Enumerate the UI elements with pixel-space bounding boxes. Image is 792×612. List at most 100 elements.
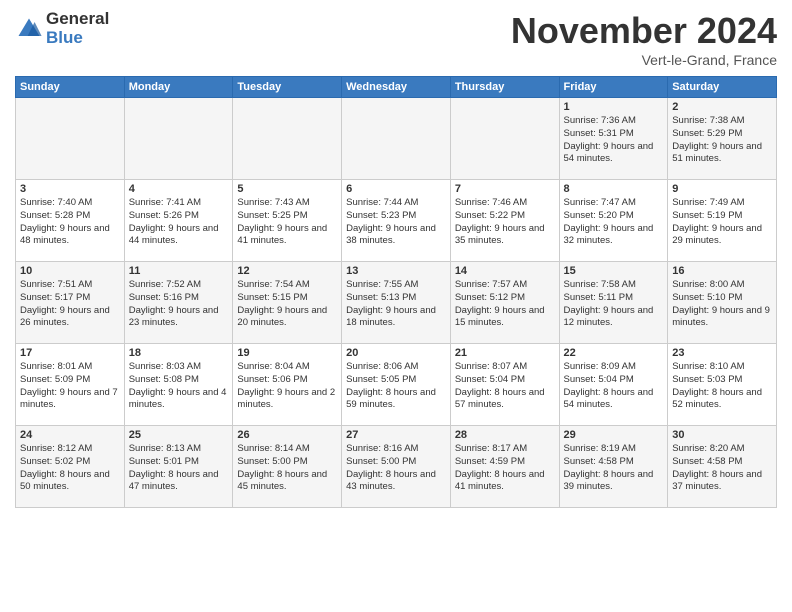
day-info: Sunrise: 8:16 AM bbox=[346, 443, 446, 456]
day-info: Sunset: 5:03 PM bbox=[672, 374, 772, 387]
calendar-day-cell: 27Sunrise: 8:16 AMSunset: 5:00 PMDayligh… bbox=[342, 426, 451, 508]
day-number: 28 bbox=[455, 429, 555, 441]
day-info: Daylight: 9 hours and 18 minutes. bbox=[346, 305, 446, 331]
calendar-week-row: 10Sunrise: 7:51 AMSunset: 5:17 PMDayligh… bbox=[16, 262, 777, 344]
day-info: Daylight: 9 hours and 41 minutes. bbox=[237, 223, 337, 249]
day-info: Sunrise: 8:13 AM bbox=[129, 443, 229, 456]
day-info: Daylight: 8 hours and 50 minutes. bbox=[20, 469, 120, 495]
month-title: November 2024 bbox=[511, 10, 777, 52]
day-info: Sunset: 5:17 PM bbox=[20, 292, 120, 305]
calendar-day-cell bbox=[342, 98, 451, 180]
calendar-week-row: 3 Sunrise: 7:40 AMSunset: 5:28 PM Daylight… bbox=[16, 180, 777, 262]
day-info: Sunset: 5:16 PM bbox=[129, 292, 229, 305]
calendar-day-cell: 20Sunrise: 8:06 AMSunset: 5:05 PMDayligh… bbox=[342, 344, 451, 426]
weekday-header: Tuesday bbox=[233, 77, 342, 98]
weekday-header: Friday bbox=[559, 77, 668, 98]
main-container: General Blue November 2024 Vert-le-Grand… bbox=[0, 0, 792, 513]
day-info: Sunset: 5:23 PM bbox=[346, 210, 446, 223]
day-info: Sunset: 5:15 PM bbox=[237, 292, 337, 305]
calendar-day-cell: 14Sunrise: 7:57 AMSunset: 5:12 PMDayligh… bbox=[450, 262, 559, 344]
day-info: Sunset: 5:13 PM bbox=[346, 292, 446, 305]
day-info: Sunset: 5:19 PM bbox=[672, 210, 772, 223]
calendar-day-cell: 29Sunrise: 8:19 AMSunset: 4:58 PMDayligh… bbox=[559, 426, 668, 508]
day-info: Daylight: 9 hours and 54 minutes. bbox=[564, 141, 664, 167]
calendar-day-cell: 22Sunrise: 8:09 AMSunset: 5:04 PMDayligh… bbox=[559, 344, 668, 426]
day-info: Daylight: 9 hours and 2 minutes. bbox=[237, 387, 337, 413]
day-number: 8 bbox=[564, 183, 664, 195]
calendar-day-cell: 15Sunrise: 7:58 AMSunset: 5:11 PMDayligh… bbox=[559, 262, 668, 344]
day-info: Sunrise: 8:00 AM bbox=[672, 279, 772, 292]
calendar-day-cell: 9Sunrise: 7:49 AMSunset: 5:19 PMDaylight… bbox=[668, 180, 777, 262]
weekday-header: Wednesday bbox=[342, 77, 451, 98]
day-number: 18 bbox=[129, 347, 229, 359]
day-info: Sunrise: 7:41 AM bbox=[129, 197, 229, 210]
day-info: Daylight: 9 hours and 35 minutes. bbox=[455, 223, 555, 249]
calendar-day-cell: 7Sunrise: 7:46 AMSunset: 5:22 PMDaylight… bbox=[450, 180, 559, 262]
day-info: Sunrise: 7:49 AM bbox=[672, 197, 772, 210]
day-info: Sunset: 4:58 PM bbox=[564, 456, 664, 469]
calendar-day-cell bbox=[450, 98, 559, 180]
day-info: Sunrise: 8:03 AM bbox=[129, 361, 229, 374]
day-number: 9 bbox=[672, 183, 772, 195]
day-info: Sunrise: 8:17 AM bbox=[455, 443, 555, 456]
calendar-day-cell: 2Sunrise: 7:38 AMSunset: 5:29 PMDaylight… bbox=[668, 98, 777, 180]
day-info: Daylight: 9 hours and 9 minutes. bbox=[672, 305, 772, 331]
day-info: Sunrise: 7:44 AM bbox=[346, 197, 446, 210]
day-number: 11 bbox=[129, 265, 229, 277]
day-number: 29 bbox=[564, 429, 664, 441]
day-number: 30 bbox=[672, 429, 772, 441]
day-info: Sunset: 5:25 PM bbox=[237, 210, 337, 223]
day-info: Sunset: 5:28 PM bbox=[20, 210, 120, 223]
day-info: Sunset: 5:02 PM bbox=[20, 456, 120, 469]
day-info: Daylight: 8 hours and 47 minutes. bbox=[129, 469, 229, 495]
day-info: Daylight: 9 hours and 26 minutes. bbox=[20, 305, 120, 331]
day-info: Sunset: 5:29 PM bbox=[672, 128, 772, 141]
day-number: 3 bbox=[20, 183, 120, 195]
day-info: Sunrise: 7:54 AM bbox=[237, 279, 337, 292]
calendar-day-cell bbox=[124, 98, 233, 180]
day-info: Sunrise: 8:20 AM bbox=[672, 443, 772, 456]
calendar-day-cell: 26Sunrise: 8:14 AMSunset: 5:00 PMDayligh… bbox=[233, 426, 342, 508]
calendar-day-cell: 30Sunrise: 8:20 AMSunset: 4:58 PMDayligh… bbox=[668, 426, 777, 508]
calendar-body: 1Sunrise: 7:36 AMSunset: 5:31 PMDaylight… bbox=[16, 98, 777, 508]
day-info: Daylight: 9 hours and 38 minutes. bbox=[346, 223, 446, 249]
day-info: Sunrise: 8:14 AM bbox=[237, 443, 337, 456]
day-number: 24 bbox=[20, 429, 120, 441]
day-number: 27 bbox=[346, 429, 446, 441]
calendar-header: SundayMondayTuesdayWednesdayThursdayFrid… bbox=[16, 77, 777, 98]
calendar-day-cell: 21Sunrise: 8:07 AMSunset: 5:04 PMDayligh… bbox=[450, 344, 559, 426]
calendar-day-cell: 8Sunrise: 7:47 AMSunset: 5:20 PMDaylight… bbox=[559, 180, 668, 262]
calendar-day-cell: 18Sunrise: 8:03 AMSunset: 5:08 PMDayligh… bbox=[124, 344, 233, 426]
day-info: Sunset: 5:01 PM bbox=[129, 456, 229, 469]
day-number: 4 bbox=[129, 183, 229, 195]
day-number: 6 bbox=[346, 183, 446, 195]
weekday-header: Thursday bbox=[450, 77, 559, 98]
calendar-day-cell: 17Sunrise: 8:01 AMSunset: 5:09 PMDayligh… bbox=[16, 344, 125, 426]
day-info: Sunset: 5:26 PM bbox=[129, 210, 229, 223]
day-info: Sunset: 5:20 PM bbox=[564, 210, 664, 223]
calendar-day-cell: 16Sunrise: 8:00 AMSunset: 5:10 PMDayligh… bbox=[668, 262, 777, 344]
day-number: 13 bbox=[346, 265, 446, 277]
calendar-day-cell: 5Sunrise: 7:43 AMSunset: 5:25 PMDaylight… bbox=[233, 180, 342, 262]
day-info: Sunrise: 7:46 AM bbox=[455, 197, 555, 210]
day-info: Sunset: 5:06 PM bbox=[237, 374, 337, 387]
day-info: Sunrise: 8:12 AM bbox=[20, 443, 120, 456]
day-info: Sunset: 5:10 PM bbox=[672, 292, 772, 305]
day-info: Sunrise: 7:40 AM bbox=[20, 197, 120, 210]
day-info: Daylight: 9 hours and 7 minutes. bbox=[20, 387, 120, 413]
day-number: 19 bbox=[237, 347, 337, 359]
day-number: 22 bbox=[564, 347, 664, 359]
day-info: Daylight: 9 hours and 12 minutes. bbox=[564, 305, 664, 331]
calendar-day-cell: 1Sunrise: 7:36 AMSunset: 5:31 PMDaylight… bbox=[559, 98, 668, 180]
calendar-day-cell: 4Sunrise: 7:41 AMSunset: 5:26 PMDaylight… bbox=[124, 180, 233, 262]
day-info: Daylight: 8 hours and 59 minutes. bbox=[346, 387, 446, 413]
day-info: Daylight: 8 hours and 37 minutes. bbox=[672, 469, 772, 495]
calendar-day-cell: 11Sunrise: 7:52 AMSunset: 5:16 PMDayligh… bbox=[124, 262, 233, 344]
day-info: Daylight: 8 hours and 57 minutes. bbox=[455, 387, 555, 413]
day-info: Sunrise: 8:06 AM bbox=[346, 361, 446, 374]
calendar-week-row: 1Sunrise: 7:36 AMSunset: 5:31 PMDaylight… bbox=[16, 98, 777, 180]
day-info: Sunset: 5:04 PM bbox=[564, 374, 664, 387]
day-number: 1 bbox=[564, 101, 664, 113]
day-info: Daylight: 8 hours and 43 minutes. bbox=[346, 469, 446, 495]
day-number: 17 bbox=[20, 347, 120, 359]
